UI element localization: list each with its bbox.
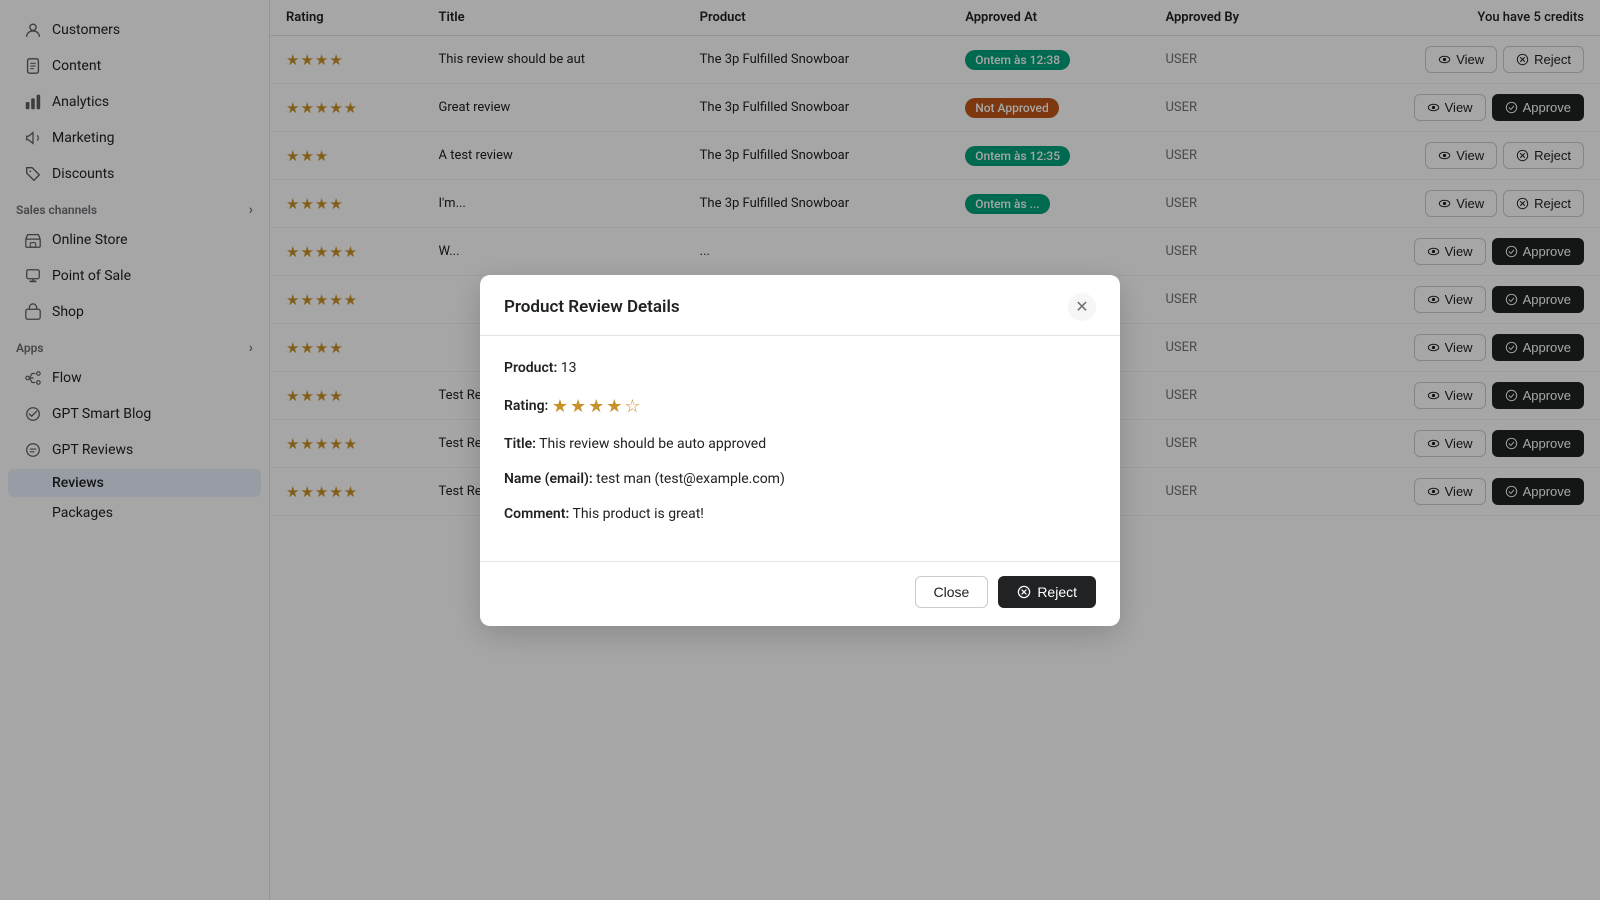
modal-rating-stars: ★★★★☆ bbox=[552, 393, 643, 420]
modal-footer: Close Reject bbox=[480, 561, 1120, 626]
modal-product-value: 13 bbox=[561, 360, 577, 376]
modal-comment-label: Comment: bbox=[504, 506, 569, 522]
modal-reject-label: Reject bbox=[1037, 584, 1077, 600]
modal-product-field: Product: 13 bbox=[504, 358, 1096, 379]
modal-close-btn[interactable]: Close bbox=[915, 576, 989, 608]
modal-title: Product Review Details bbox=[504, 297, 680, 317]
modal-rating-field: Rating: ★★★★☆ bbox=[504, 393, 1096, 420]
reject-icon bbox=[1017, 585, 1031, 599]
modal-name-field: Name (email): test man (test@example.com… bbox=[504, 469, 1096, 490]
review-detail-modal: Product Review Details ✕ Product: 13 Rat… bbox=[480, 275, 1120, 626]
modal-name-value: test man (test@example.com) bbox=[596, 471, 785, 487]
modal-close-button[interactable]: ✕ bbox=[1068, 293, 1096, 321]
modal-comment-value: This product is great! bbox=[572, 506, 703, 522]
modal-rating-label: Rating: bbox=[504, 398, 548, 414]
modal-review-title-label: Title: bbox=[504, 436, 536, 452]
modal-overlay: Product Review Details ✕ Product: 13 Rat… bbox=[0, 0, 1600, 900]
modal-comment-field: Comment: This product is great! bbox=[504, 504, 1096, 525]
modal-reject-btn[interactable]: Reject bbox=[998, 576, 1096, 608]
modal-name-label: Name (email): bbox=[504, 471, 593, 487]
modal-review-title-value: This review should be auto approved bbox=[539, 436, 766, 452]
modal-title-field: Title: This review should be auto approv… bbox=[504, 434, 1096, 455]
modal-header: Product Review Details ✕ bbox=[480, 275, 1120, 336]
modal-product-label: Product: bbox=[504, 360, 557, 376]
modal-body: Product: 13 Rating: ★★★★☆ Title: This re… bbox=[480, 336, 1120, 561]
